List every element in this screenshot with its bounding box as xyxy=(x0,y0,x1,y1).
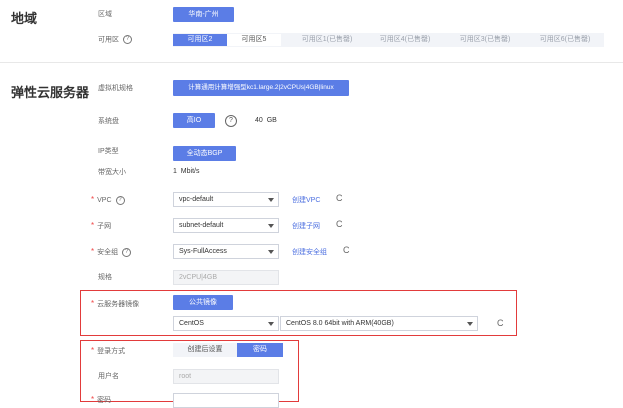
create-subnet-link[interactable]: 创建子网 xyxy=(292,221,320,231)
subnet-label: 子网 xyxy=(97,223,112,230)
ip-type-button[interactable]: 全动态BGP xyxy=(173,146,236,161)
help-icon[interactable]: ? xyxy=(115,195,125,205)
disk-unit: GB xyxy=(266,117,277,124)
bandwidth-unit: Mbit/s xyxy=(180,168,200,175)
disk-help-icon[interactable]: ? xyxy=(225,115,237,127)
disk-size: 40 xyxy=(255,117,263,124)
refresh-icon[interactable]: C xyxy=(336,193,343,203)
create-sg-link[interactable]: 创建安全组 xyxy=(292,247,327,257)
area-label: 区域 xyxy=(98,11,112,18)
required-mark: * xyxy=(91,299,95,308)
refresh-icon[interactable]: C xyxy=(497,318,504,328)
sg-label: 安全组 xyxy=(97,249,119,256)
password-label: 密码 xyxy=(97,397,112,404)
required-mark: * xyxy=(91,195,95,204)
username-label: 用户名 xyxy=(98,373,119,380)
sg-select-value: Sys-FullAccess xyxy=(179,248,227,255)
ip-type-label: IP类型 xyxy=(98,148,119,155)
spec-select-button[interactable]: 计算通用计算增强型kc1.large.2|2vCPUs|4GB|linux xyxy=(173,80,349,96)
bandwidth-label: 带宽大小 xyxy=(98,169,126,176)
zone-tab-3: 可用区3(已售罄) xyxy=(459,36,511,43)
bandwidth-value-row: 1 Mbit/s xyxy=(173,168,199,175)
password-input[interactable] xyxy=(173,393,279,408)
username-input: root xyxy=(173,369,279,384)
zone-label: 可用区 xyxy=(98,36,119,44)
login-label-row: * 登录方式 xyxy=(91,346,125,357)
disk-type-button[interactable]: 高IO xyxy=(173,113,215,128)
zone-label-row: 可用区? xyxy=(98,35,132,45)
flavor-input: 2vCPU|4GB xyxy=(173,270,279,285)
login-label: 登录方式 xyxy=(97,348,126,355)
bandwidth-value: 1 xyxy=(173,168,177,175)
vpc-select[interactable]: vpc-default xyxy=(173,192,279,207)
section-divider xyxy=(0,62,623,63)
chevron-down-icon xyxy=(268,224,274,228)
zone-tabbar: 可用区2 可用区5 可用区1(已售罄) 可用区4(已售罄) 可用区3(已售罄) … xyxy=(173,33,604,47)
section-title-region: 地域 xyxy=(11,11,38,26)
chevron-down-icon xyxy=(268,198,274,202)
help-icon[interactable]: ? xyxy=(122,247,132,257)
subnet-label-row: * 子网 xyxy=(91,221,111,232)
vpc-label-row: * VPC? xyxy=(91,195,125,206)
zone-tab-4: 可用区4(已售罄) xyxy=(379,36,431,43)
os-version-select[interactable]: CentOS 8.0 64bit with ARM(40GB) xyxy=(280,316,478,331)
subnet-select-value: subnet-default xyxy=(179,222,224,229)
image-label: 云服务器镜像 xyxy=(97,301,140,308)
disk-size-row: 40 GB xyxy=(255,117,277,124)
required-mark: * xyxy=(91,346,95,355)
zone-tab-6: 可用区6(已售罄) xyxy=(539,36,591,43)
refresh-icon[interactable]: C xyxy=(343,245,350,255)
disk-label: 系统盘 xyxy=(98,118,119,125)
create-vpc-link[interactable]: 创建VPC xyxy=(292,195,320,205)
vpc-label: VPC xyxy=(97,197,112,204)
login-tab-password[interactable]: 密码 xyxy=(237,343,283,357)
login-tab-later[interactable]: 创建后设置 xyxy=(173,344,237,356)
chevron-down-icon xyxy=(467,322,473,326)
image-label-row: * 云服务器镜像 xyxy=(91,299,139,310)
os-select-value: CentOS xyxy=(179,320,204,327)
spec-label: 虚拟机规格 xyxy=(98,85,133,92)
area-select-button[interactable]: 华南-广州 xyxy=(173,7,234,22)
sg-label-row: * 安全组? xyxy=(91,247,132,258)
refresh-icon[interactable]: C xyxy=(336,219,343,229)
password-label-row: * 密码 xyxy=(91,395,111,406)
zone-tab-5[interactable]: 可用区5 xyxy=(227,34,281,46)
zone-tab-1: 可用区1(已售罄) xyxy=(301,36,353,43)
flavor-label: 规格 xyxy=(98,274,112,281)
os-select[interactable]: CentOS xyxy=(173,316,279,331)
chevron-down-icon xyxy=(268,250,274,254)
required-mark: * xyxy=(91,247,95,256)
section-title-ecs: 弹性云服务器 xyxy=(11,85,90,100)
zone-tab-2[interactable]: 可用区2 xyxy=(173,34,227,46)
public-image-tab[interactable]: 公共镜像 xyxy=(173,295,233,310)
sg-select[interactable]: Sys-FullAccess xyxy=(173,244,279,259)
required-mark: * xyxy=(91,221,95,230)
vpc-select-value: vpc-default xyxy=(179,196,214,203)
chevron-down-icon xyxy=(268,322,274,326)
login-tabbar: 创建后设置 密码 xyxy=(173,343,283,357)
help-icon[interactable]: ? xyxy=(123,35,132,44)
subnet-select[interactable]: subnet-default xyxy=(173,218,279,233)
os-version-value: CentOS 8.0 64bit with ARM(40GB) xyxy=(286,320,394,327)
